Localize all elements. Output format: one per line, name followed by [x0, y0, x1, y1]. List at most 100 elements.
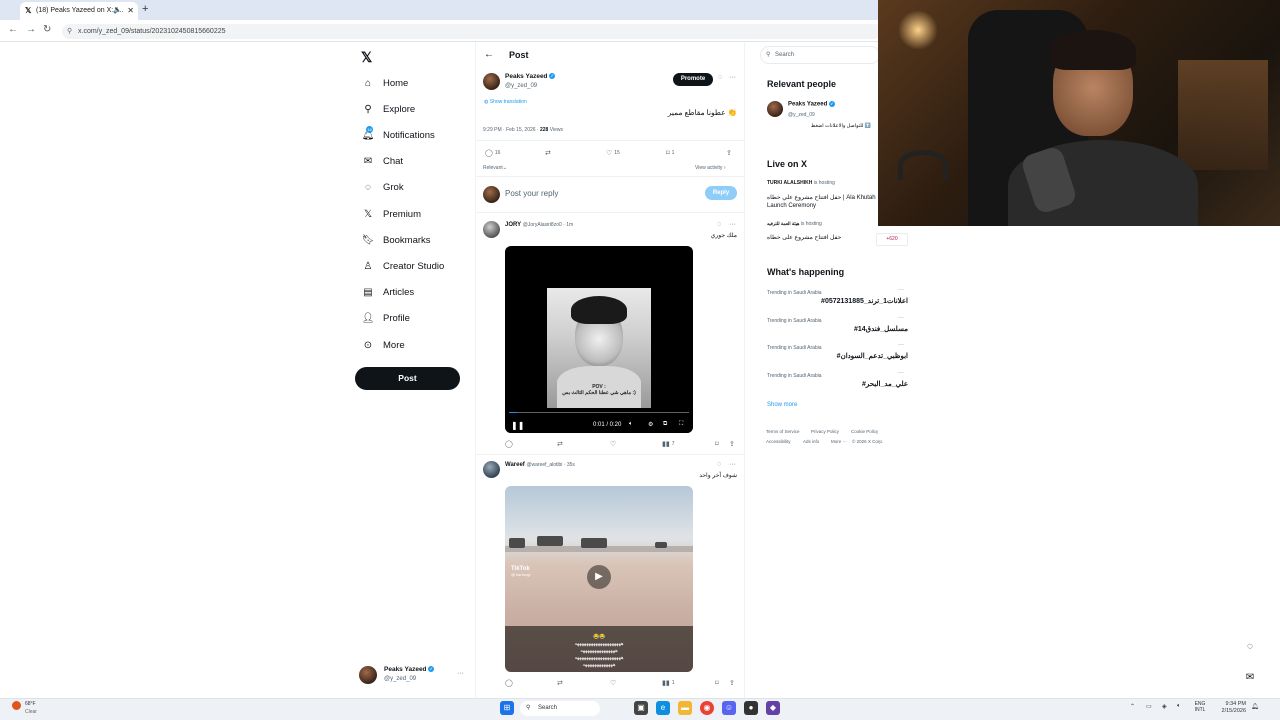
speaker-icon[interactable]: 🔈 — [113, 2, 122, 20]
video-player[interactable]: POV : ماهي شي عطنا الحكم الثالث بس :) ❚❚ … — [505, 246, 693, 433]
back-arrow-icon[interactable]: ← — [484, 49, 494, 60]
sidebar-item-chat[interactable]: ✉ Chat — [361, 150, 403, 172]
relevant-person-name[interactable]: Peaks Yazeed — [788, 102, 827, 108]
forward-icon[interactable]: → — [26, 24, 36, 35]
post-author-handle[interactable]: @y_zed_09 — [505, 83, 537, 89]
bookmark-icon[interactable]: ⌑ — [715, 440, 719, 448]
sidebar-item-creator-studio[interactable]: ♙ Creator Studio — [361, 255, 445, 277]
messages-floating-icon[interactable]: ✉ — [1241, 669, 1259, 687]
post-author-name[interactable]: Peaks Yazeed — [505, 73, 548, 80]
new-tab-button[interactable]: + — [142, 3, 148, 15]
share-icon[interactable]: ⇪ — [726, 149, 732, 157]
more-dots-icon[interactable]: ··· — [729, 74, 736, 81]
reply-author-handle[interactable]: @wareef_alotibi · 35s — [526, 462, 574, 468]
show-translation-link[interactable]: Show translation — [490, 99, 527, 105]
reply-author-handle[interactable]: @JoryAlasiri8zo0 · 1m — [523, 222, 573, 228]
like-action[interactable]: ♡ 15 — [606, 149, 620, 157]
show-more-link[interactable]: Show more — [767, 402, 797, 408]
live-host-name[interactable]: TURKI ALALSHIKH — [767, 180, 812, 186]
reply-input[interactable]: Post your reply — [505, 189, 558, 198]
tray-app-icon[interactable]: ▭ — [1146, 703, 1152, 710]
play-icon[interactable]: ▶ — [587, 565, 611, 589]
x-home-logo-icon[interactable]: 𝕏 — [361, 49, 372, 66]
reload-icon[interactable]: ↻ — [43, 24, 51, 35]
footer-link[interactable]: Terms of Service — [766, 429, 800, 434]
sidebar-item-more[interactable]: ⊙ More — [361, 334, 405, 356]
video-player[interactable]: TikTok @ kartoogi ▶ 😂😂 هههههههههههههههههه… — [505, 486, 693, 672]
start-icon[interactable]: ⊞ — [500, 701, 514, 715]
more-dots-icon[interactable]: ··· — [729, 461, 736, 468]
repost-action[interactable]: ⇄ — [557, 440, 563, 448]
reply-author-name[interactable]: Wareef — [505, 462, 525, 468]
reply-author-name[interactable]: JORY — [505, 222, 521, 228]
settings-icon[interactable]: ⚙ — [648, 421, 653, 428]
file-explorer-icon[interactable]: ▬ — [678, 701, 692, 715]
live-host-name[interactable]: هيئة العمة للترفيه — [767, 221, 799, 226]
sidebar-item-home[interactable]: ⌂ Home — [361, 72, 408, 94]
pause-icon[interactable]: ❚❚ — [511, 421, 524, 430]
footer-link[interactable]: Ads info — [803, 439, 819, 444]
grok-floating-icon[interactable]: ◌ — [1241, 638, 1259, 656]
pip-icon[interactable]: ⧉ — [663, 421, 667, 428]
sidebar-item-bookmarks[interactable]: 🔖︎ Bookmarks — [361, 229, 431, 251]
sidebar-item-articles[interactable]: ▤ Articles — [361, 281, 414, 303]
trend-tag[interactable]: #علي_مد_البحر — [780, 380, 908, 388]
discord-icon[interactable]: ☺ — [722, 701, 736, 715]
grok-action-icon[interactable]: ◌ — [717, 221, 721, 228]
bookmark-action[interactable]: ⌑ 1 — [666, 149, 674, 157]
more-dots-icon[interactable]: ··· — [898, 342, 904, 348]
views-action[interactable]: ▮▮ 7 — [662, 440, 675, 448]
views-action[interactable]: ▮▮ 1 — [662, 679, 675, 687]
grok-action-icon[interactable]: ◌ — [718, 74, 722, 81]
footer-link[interactable]: More ··· — [831, 439, 847, 444]
reply-action[interactable]: ◯ — [505, 679, 513, 687]
more-dots-icon[interactable]: ··· — [898, 287, 904, 293]
close-tab-icon[interactable]: ✕ — [127, 2, 134, 20]
view-activity-link[interactable]: View activity — [695, 165, 722, 171]
back-icon[interactable]: ← — [8, 24, 18, 35]
volume-icon[interactable]: 🔈︎ — [1177, 703, 1181, 710]
url-field[interactable]: ⚲ x.com/y_zed_09/status/2023102450815660… — [62, 24, 882, 39]
footer-link[interactable]: Privacy Policy — [811, 429, 839, 434]
more-dots-icon[interactable]: ··· — [729, 221, 736, 228]
chrome-icon[interactable]: ◉ — [700, 701, 714, 715]
more-dots-icon[interactable]: ··· — [898, 370, 904, 376]
sidebar-item-premium[interactable]: 𝕏 Premium — [361, 203, 421, 225]
reply-author-avatar[interactable] — [483, 221, 500, 238]
reply-button[interactable]: Reply — [705, 186, 737, 200]
live-title[interactable]: حفل افتتاح مشروع على خطاه — [767, 234, 841, 241]
more-dots-icon[interactable]: ··· — [898, 315, 904, 321]
footer-link[interactable]: Accessibility — [766, 439, 791, 444]
sidebar-item-explore[interactable]: ⚲ Explore — [361, 98, 415, 120]
clock[interactable]: 9:34 PM 2/15/2026 — [1210, 701, 1246, 715]
sidebar-item-grok[interactable]: ◌ Grok — [361, 176, 404, 198]
volume-icon[interactable]: 🔈︎ — [629, 421, 633, 428]
live-title[interactable]: حفل افتتاح مشروع علي خطاه | Ala Khutah L… — [767, 194, 877, 210]
like-action[interactable]: ♡ — [610, 679, 616, 687]
browser-tab[interactable]: 𝕏 (18) Peaks Yazeed on X: "... 🔈 ✕ — [20, 2, 138, 20]
taskbar-search[interactable]: ⚲ Search — [520, 701, 600, 716]
tray-chevron-icon[interactable]: ⌃ — [1130, 703, 1135, 710]
grok-action-icon[interactable]: ◌ — [717, 461, 721, 468]
bookmark-icon[interactable]: ⌑ — [715, 679, 719, 687]
trend-tag[interactable]: #اعلانات1_ترند_0572131885 — [780, 297, 908, 305]
task-view-icon[interactable]: ▣ — [634, 701, 648, 715]
reply-action[interactable]: ◯ — [505, 440, 513, 448]
reply-author-avatar[interactable] — [483, 461, 500, 478]
trend-tag[interactable]: #مسلسل_فندق14 — [780, 325, 908, 333]
sort-dropdown[interactable]: Relevant — [483, 165, 503, 171]
notifications-center-icon[interactable]: 🔔︎ — [1251, 703, 1259, 710]
like-action[interactable]: ♡ — [610, 440, 616, 448]
trend-tag[interactable]: #ابوظبي_تدعم_السودان — [780, 352, 908, 360]
app-icon[interactable]: ◆ — [766, 701, 780, 715]
search-input[interactable]: ⚲ Search — [760, 46, 880, 64]
network-icon[interactable]: ◈ — [1162, 703, 1167, 710]
share-icon[interactable]: ⇪ — [729, 440, 735, 448]
more-dots-icon[interactable]: ··· — [457, 670, 464, 677]
post-author-avatar[interactable] — [483, 73, 500, 90]
obs-icon[interactable]: ● — [744, 701, 758, 715]
repost-action[interactable]: ⇄ — [545, 149, 551, 157]
sidebar-item-profile[interactable]: 👤︎ Profile — [361, 307, 410, 329]
repost-action[interactable]: ⇄ — [557, 679, 563, 687]
compose-post-button[interactable]: Post — [355, 367, 460, 390]
